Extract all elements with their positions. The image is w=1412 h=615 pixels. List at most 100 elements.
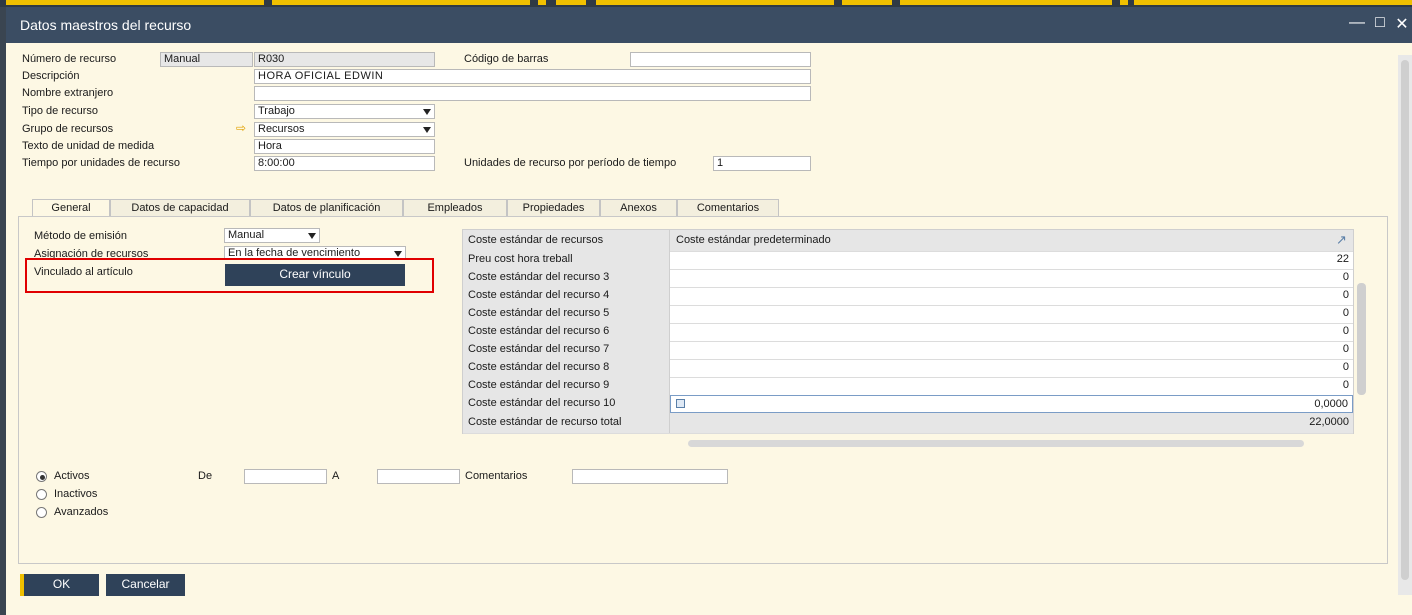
grid-total-label: Coste estándar de recurso total bbox=[463, 413, 670, 433]
numero-label: Número de recurso bbox=[22, 53, 117, 65]
de-label: De bbox=[198, 470, 213, 482]
numero-field[interactable]: R030 bbox=[254, 52, 435, 67]
tipo-label: Tipo de recurso bbox=[22, 105, 99, 117]
codigo-barras-label: Código de barras bbox=[464, 53, 549, 65]
radio-inactivos[interactable] bbox=[36, 489, 47, 500]
grid-total-value: 22,0000 bbox=[670, 413, 1353, 433]
tipo-value: Trabajo bbox=[258, 105, 295, 117]
vinculado-label: Vinculado al artículo bbox=[34, 266, 133, 278]
tab-propiedades[interactable]: Propiedades bbox=[507, 199, 600, 217]
background-tab-7 bbox=[900, 0, 1112, 5]
grupo-label: Grupo de recursos bbox=[22, 123, 114, 135]
grupo-value: Recursos bbox=[258, 123, 305, 135]
background-tab-3 bbox=[538, 0, 546, 5]
expand-icon[interactable]: ↗ bbox=[1336, 232, 1347, 248]
grid-row-value[interactable]: 0 bbox=[670, 287, 1353, 305]
grid-row-value[interactable]: 0 bbox=[670, 377, 1353, 395]
background-tab-5 bbox=[596, 0, 834, 5]
grid-row-label: Coste estándar del recurso 4 bbox=[463, 287, 670, 305]
grid-row[interactable]: Coste estándar del recurso 80 bbox=[463, 359, 1353, 378]
radio-avanzados[interactable] bbox=[36, 507, 47, 518]
window-title: Datos maestros del recurso bbox=[20, 17, 192, 33]
metodo-value: Manual bbox=[228, 229, 265, 241]
radio-activos[interactable] bbox=[36, 471, 47, 482]
grid-header-left: Coste estándar de recursos bbox=[463, 230, 670, 251]
background-tab-1 bbox=[6, 0, 264, 5]
unidades-periodo-field[interactable]: 1 bbox=[713, 156, 811, 171]
background-tab-9 bbox=[1134, 0, 1412, 5]
activos-label: Activos bbox=[54, 470, 90, 482]
grid-row-value[interactable]: 0 bbox=[670, 323, 1353, 341]
grid-row[interactable]: Preu cost hora treball 22 bbox=[463, 251, 1353, 270]
tiempo-label: Tiempo por unidades de recurso bbox=[22, 157, 180, 169]
comentarios-field[interactable] bbox=[572, 469, 728, 484]
window-titlebar: Datos maestros del recurso — □ ✕ bbox=[6, 7, 1412, 43]
unidades-periodo-label: Unidades de recurso por período de tiemp… bbox=[464, 157, 677, 169]
grid-row[interactable]: Coste estándar del recurso 90 bbox=[463, 377, 1353, 396]
background-tab-4 bbox=[556, 0, 586, 5]
maximize-icon[interactable]: □ bbox=[1369, 14, 1391, 32]
texto-unidad-field[interactable]: Hora bbox=[254, 139, 435, 154]
descripcion-label: Descripción bbox=[22, 70, 80, 82]
descripcion-field[interactable]: HORA OFICIAL EDWIN bbox=[254, 69, 811, 84]
tab-datos-planificacion[interactable]: Datos de planificación bbox=[250, 199, 403, 217]
codigo-barras-field[interactable] bbox=[630, 52, 811, 67]
tab-datos-capacidad[interactable]: Datos de capacidad bbox=[110, 199, 250, 217]
tipo-select[interactable]: Trabajo bbox=[254, 104, 435, 119]
grid-row[interactable]: Coste estándar del recurso 40 bbox=[463, 287, 1353, 306]
a-label: A bbox=[332, 470, 340, 482]
grid-row-label: Coste estándar del recurso 7 bbox=[463, 341, 670, 359]
background-left-strip bbox=[0, 7, 6, 615]
metodo-label: Método de emisión bbox=[34, 230, 127, 242]
minimize-icon[interactable]: — bbox=[1346, 14, 1368, 32]
grid-row[interactable]: Coste estándar del recurso 10 0,0000 bbox=[463, 395, 1353, 414]
grid-row[interactable]: Coste estándar del recurso 70 bbox=[463, 341, 1353, 360]
de-field[interactable] bbox=[244, 469, 327, 484]
grid-row-label: Coste estándar del recurso 5 bbox=[463, 305, 670, 323]
texto-unidad-label: Texto de unidad de medida bbox=[22, 140, 155, 152]
tab-comentarios[interactable]: Comentarios bbox=[677, 199, 779, 217]
grid-row[interactable]: Coste estándar del recurso 30 bbox=[463, 269, 1353, 288]
comentarios-label: Comentarios bbox=[465, 470, 528, 482]
nombre-extranjero-label: Nombre extranjero bbox=[22, 87, 114, 99]
grid-row-label: Coste estándar del recurso 3 bbox=[463, 269, 670, 287]
grid-total-row: Coste estándar de recurso total 22,0000 bbox=[463, 413, 1353, 434]
a-field[interactable] bbox=[377, 469, 460, 484]
grid-row-label: Coste estándar del recurso 8 bbox=[463, 359, 670, 377]
grid-row-value[interactable]: 0 bbox=[670, 305, 1353, 323]
tiempo-field[interactable]: 8:00:00 bbox=[254, 156, 435, 171]
grid-row-label: Preu cost hora treball bbox=[463, 251, 670, 269]
grid-horizontal-scrollbar[interactable] bbox=[688, 440, 1304, 447]
tab-anexos[interactable]: Anexos bbox=[600, 199, 677, 217]
crear-vinculo-button[interactable]: Crear vínculo bbox=[225, 264, 405, 286]
cancel-button[interactable]: Cancelar bbox=[106, 574, 185, 596]
window-scrollbar-thumb[interactable] bbox=[1401, 60, 1409, 580]
background-tab-6 bbox=[842, 0, 892, 5]
cost-grid: Coste estándar de recursos Coste estánda… bbox=[462, 229, 1354, 434]
inactivos-label: Inactivos bbox=[54, 488, 98, 500]
grid-header-right: Coste estándar predeterminado bbox=[670, 230, 1353, 251]
grid-row-value[interactable]: 0 bbox=[670, 341, 1353, 359]
grid-row-value-active[interactable]: 0,0000 bbox=[670, 395, 1353, 413]
grid-row-label: Coste estándar del recurso 9 bbox=[463, 377, 670, 395]
link-arrow-icon[interactable]: ⇨ bbox=[236, 121, 246, 135]
background-tab-8 bbox=[1120, 0, 1128, 5]
grid-row-label: Coste estándar del recurso 6 bbox=[463, 323, 670, 341]
background-tab-2 bbox=[272, 0, 530, 5]
close-icon[interactable]: ✕ bbox=[1391, 14, 1412, 34]
calculator-icon[interactable] bbox=[676, 399, 685, 408]
grid-vertical-scrollbar[interactable] bbox=[1357, 283, 1366, 395]
grid-row[interactable]: Coste estándar del recurso 60 bbox=[463, 323, 1353, 342]
grupo-select[interactable]: Recursos bbox=[254, 122, 435, 137]
grid-row-label: Coste estándar del recurso 10 bbox=[463, 395, 670, 413]
ok-button[interactable]: OK bbox=[24, 574, 99, 596]
grid-row[interactable]: Coste estándar del recurso 50 bbox=[463, 305, 1353, 324]
metodo-select[interactable]: Manual bbox=[224, 228, 320, 243]
grid-row-value[interactable]: 22 bbox=[670, 251, 1353, 269]
numero-series-select[interactable]: Manual bbox=[160, 52, 253, 67]
grid-header-row: Coste estándar de recursos Coste estánda… bbox=[463, 230, 1353, 252]
nombre-extranjero-field[interactable] bbox=[254, 86, 811, 101]
grid-row-value[interactable]: 0 bbox=[670, 359, 1353, 377]
grid-row-value[interactable]: 0 bbox=[670, 269, 1353, 287]
tab-empleados[interactable]: Empleados bbox=[403, 199, 507, 217]
